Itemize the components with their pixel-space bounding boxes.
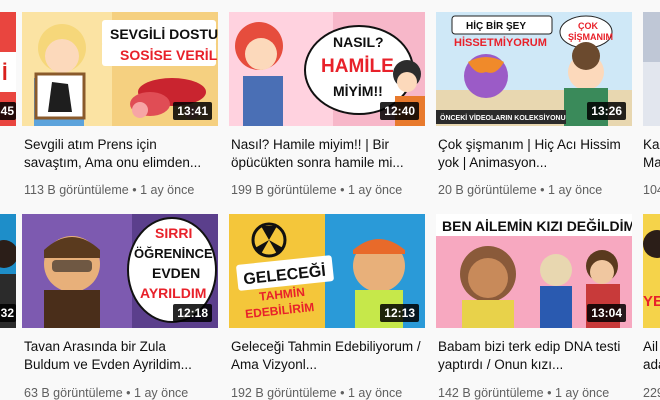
separator-dot: • [340, 183, 345, 197]
view-count: 192 B görüntüleme [231, 386, 337, 400]
upload-age: 1 ay önce [555, 386, 610, 400]
thumbnail-text: HAMİLE [321, 56, 394, 77]
separator-dot: • [132, 183, 137, 197]
video-thumbnail[interactable]: GELECEĞİ TAHMİN EDEBİLİRİM 12:13 [229, 214, 425, 328]
partial-video-right-row2[interactable]: YE Ail ada 229 [643, 214, 660, 400]
duration-badge: 12:13 [380, 304, 419, 322]
title-line: Ail [643, 339, 659, 354]
duration-badge: 45 [0, 102, 16, 120]
video-thumbnail[interactable]: SEVGİLİ DOSTUM SOSİSE VERİLDİ 13:41 [22, 12, 218, 126]
partial-thumbnail-right-row1[interactable] [643, 12, 660, 126]
view-count: 63 B görüntüleme [24, 386, 123, 400]
thumbnail-text: MİYİM!! [333, 83, 383, 99]
video-metadata: 113 B görüntüleme • 1 ay önce [24, 183, 194, 197]
thumbnail-text: SIRRI [155, 225, 192, 241]
video-thumbnail[interactable]: NASIL? HAMİLE MİYİM!! 12:40 [229, 12, 425, 126]
separator-dot: • [547, 386, 552, 400]
duration-badge: 13:41 [173, 102, 212, 120]
video-thumbnail[interactable]: HİÇ BİR ŞEY HİSSETMİYORUM ÇOK ŞİŞMANIM Ö… [436, 12, 632, 126]
video-title-partial[interactable]: Ka Ma [643, 136, 660, 172]
duration-badge: 12:40 [380, 102, 419, 120]
partial-video-left-row1[interactable]: İ 45 [0, 12, 16, 126]
view-count: 229 [643, 386, 660, 400]
video-title[interactable]: Babam bizi terk edip DNA testi yaptırdı … [438, 338, 628, 374]
thumbnail-text: BEN AİLEMİN KIZI DEĞİLDİM [442, 217, 632, 234]
upload-age: 1 ay önce [548, 183, 603, 197]
video-metadata: 142 B görüntüleme • 1 ay önce [438, 386, 609, 400]
thumbnail-text: İ [2, 62, 8, 85]
separator-dot: • [540, 183, 545, 197]
video-card[interactable]: GELECEĞİ TAHMİN EDEBİLİRİM 12:13 Geleceğ… [229, 214, 425, 400]
view-count: 104 [643, 183, 660, 197]
video-title[interactable]: Geleceği Tahmin Edebiliyorum / Ama Vizyo… [231, 338, 421, 374]
separator-dot: • [340, 386, 345, 400]
separator-dot: • [126, 386, 131, 400]
upload-age: 1 ay önce [140, 183, 195, 197]
thumbnail-text: ÇOK [578, 21, 599, 31]
title-line: ada [643, 357, 660, 372]
thumbnail-text: ŞİŞMANIM [568, 32, 613, 42]
thumbnail-text: SOSİSE VERİLDİ [120, 47, 218, 63]
thumbnail-text: EVDEN [152, 265, 200, 281]
partial-video-left-row2[interactable]: 32 [0, 214, 16, 328]
thumbnail-text: SEVGİLİ DOSTUM [110, 26, 218, 42]
video-metadata: 20 B görüntüleme • 1 ay önce [438, 183, 602, 197]
thumbnail-text: HİÇ BİR ŞEY [466, 19, 526, 32]
thumbnail-text: ÖĞRENİNCE [134, 246, 213, 261]
video-metadata: 199 B görüntüleme • 1 ay önce [231, 183, 402, 197]
view-count: 199 B görüntüleme [231, 183, 337, 197]
upload-age: 1 ay önce [134, 386, 189, 400]
duration-badge: 13:04 [587, 304, 626, 322]
video-thumbnail[interactable]: SIRRI ÖĞRENİNCE EVDEN AYRILDIM 12:18 [22, 214, 218, 328]
video-card[interactable]: BEN AİLEMİN KIZI DEĞİLDİM 13:04 Babam bi… [436, 214, 632, 400]
view-count: 113 B görüntüleme [24, 183, 129, 197]
video-card[interactable]: HİÇ BİR ŞEY HİSSETMİYORUM ÇOK ŞİŞMANIM Ö… [436, 12, 632, 202]
video-card[interactable]: NASIL? HAMİLE MİYİM!! 12:40 Nasıl? Hamil… [229, 12, 425, 202]
upload-age: 1 ay önce [348, 183, 403, 197]
video-card[interactable]: SIRRI ÖĞRENİNCE EVDEN AYRILDIM 12:18 Tav… [22, 214, 218, 400]
thumbnail-text: HİSSETMİYORUM [454, 36, 547, 49]
partial-thumbnail-right-row2[interactable]: YE [643, 214, 660, 328]
view-count: 142 B görüntüleme [438, 386, 544, 400]
video-metadata: 192 B görüntüleme • 1 ay önce [231, 386, 402, 400]
view-count: 20 B görüntüleme [438, 183, 537, 197]
video-title-partial[interactable]: Ail ada [643, 338, 660, 374]
duration-badge: 32 [0, 304, 16, 322]
video-title[interactable]: Çok şişmanım | Hiç Acı Hissim yok | Anim… [438, 136, 628, 172]
thumbnail-text: NASIL? [333, 34, 384, 50]
duration-badge: 12:18 [173, 304, 212, 322]
partial-video-right-row1[interactable]: Ka Ma 104 [643, 12, 660, 202]
thumbnail-text: AYRILDIM [140, 285, 206, 301]
video-title[interactable]: Sevgili atım Prens için savaştım, Ama on… [24, 136, 214, 172]
video-thumbnail[interactable]: BEN AİLEMİN KIZI DEĞİLDİM 13:04 [436, 214, 632, 328]
thumbnail-text: ÖNCEKİ VİDEOLARIN KOLEKSİYONU [440, 113, 566, 122]
video-title[interactable]: Nasıl? Hamile miyim!! | Bir öpücükten so… [231, 136, 421, 172]
video-title[interactable]: Tavan Arasında bir Zula Buldum ve Evden … [24, 338, 214, 374]
video-card[interactable]: SEVGİLİ DOSTUM SOSİSE VERİLDİ 13:41 Sevg… [22, 12, 218, 202]
thumbnail-text: YE [643, 293, 660, 310]
upload-age: 1 ay önce [348, 386, 403, 400]
title-line: Ma [643, 155, 660, 170]
title-line: Ka [643, 137, 660, 152]
duration-badge: 13:26 [587, 102, 626, 120]
video-metadata: 63 B görüntüleme • 1 ay önce [24, 386, 188, 400]
